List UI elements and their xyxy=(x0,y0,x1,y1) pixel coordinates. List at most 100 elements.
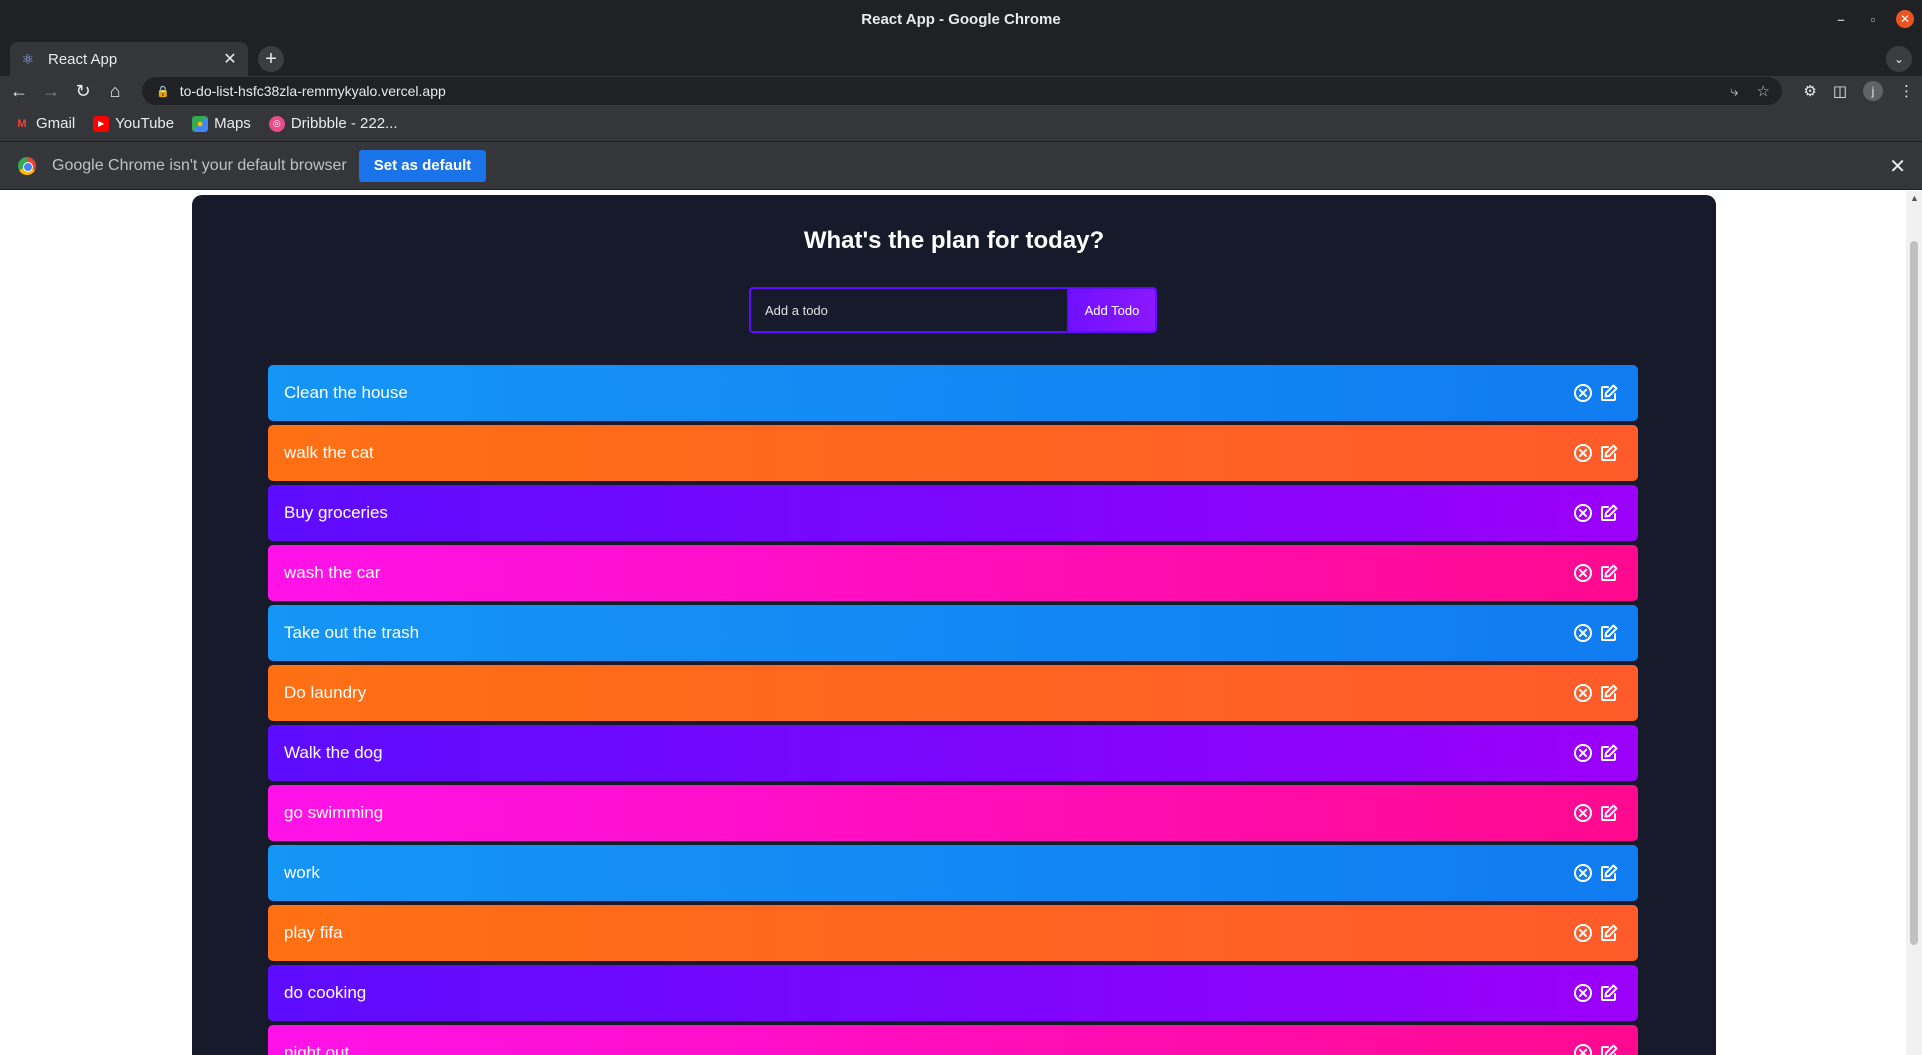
back-icon[interactable]: ← xyxy=(6,78,32,104)
share-icon[interactable]: ⤷ xyxy=(1730,83,1738,100)
tab-search-button[interactable]: ⌄ xyxy=(1886,46,1912,72)
todo-actions xyxy=(1572,502,1620,524)
url-text[interactable]: to-do-list-hsfc38zla-remmykyalo.vercel.a… xyxy=(180,83,446,99)
todo-text[interactable]: wash the car xyxy=(284,563,380,583)
close-window-button[interactable]: ✕ xyxy=(1896,10,1914,28)
edit-icon[interactable] xyxy=(1598,442,1620,464)
chrome-logo-icon xyxy=(18,156,36,175)
forward-icon[interactable]: → xyxy=(38,78,64,104)
window-title: React App - Google Chrome xyxy=(861,10,1061,28)
todo-text[interactable]: night out xyxy=(284,1043,349,1055)
delete-icon[interactable] xyxy=(1572,862,1594,884)
tab-react-app[interactable]: ⚛ React App ✕ xyxy=(10,42,248,76)
react-icon: ⚛ xyxy=(21,51,35,67)
todo-text[interactable]: Walk the dog xyxy=(284,743,383,763)
todo-item[interactable]: Do laundry xyxy=(268,665,1638,721)
delete-icon[interactable] xyxy=(1572,1042,1594,1055)
todo-actions xyxy=(1572,682,1620,704)
bookmark-label: Gmail xyxy=(36,115,76,132)
todo-item[interactable]: Clean the house xyxy=(268,365,1638,421)
edit-icon[interactable] xyxy=(1598,742,1620,764)
delete-icon[interactable] xyxy=(1572,742,1594,764)
new-tab-button[interactable]: + xyxy=(258,46,284,72)
todo-text[interactable]: play fifa xyxy=(284,923,343,943)
edit-icon[interactable] xyxy=(1598,922,1620,944)
todo-text[interactable]: work xyxy=(284,863,320,883)
scroll-up-icon[interactable]: ▲ xyxy=(1910,193,1919,203)
edit-icon[interactable] xyxy=(1598,982,1620,1004)
todo-form: Add Todo xyxy=(749,287,1157,333)
set-as-default-button[interactable]: Set as default xyxy=(358,149,487,182)
extensions-icon[interactable]: ⚙ xyxy=(1803,82,1816,100)
todo-actions xyxy=(1572,562,1620,584)
edit-icon[interactable] xyxy=(1598,1042,1620,1055)
edit-icon[interactable] xyxy=(1598,382,1620,404)
edit-icon[interactable] xyxy=(1598,622,1620,644)
minimize-button[interactable]: – xyxy=(1832,10,1850,28)
bookmark-gmail[interactable]: M Gmail xyxy=(14,115,75,132)
menu-icon[interactable]: ⋮ xyxy=(1899,82,1914,100)
todo-text[interactable]: do cooking xyxy=(284,983,366,1003)
todo-text[interactable]: walk the cat xyxy=(284,443,374,463)
maximize-button[interactable]: ▫ xyxy=(1864,10,1882,28)
todo-item[interactable]: wash the car xyxy=(268,545,1638,601)
todo-item[interactable]: Take out the trash xyxy=(268,605,1638,661)
home-icon[interactable]: ⌂ xyxy=(102,78,128,104)
bookmark-star-icon[interactable]: ☆ xyxy=(1757,82,1770,100)
bookmarks-bar: M Gmail ▶ YouTube ● Maps ◎ Dribbble - 22… xyxy=(0,106,1922,142)
edit-icon[interactable] xyxy=(1598,502,1620,524)
todo-item[interactable]: walk the cat xyxy=(268,425,1638,481)
maps-icon: ● xyxy=(192,115,209,132)
add-todo-button[interactable]: Add Todo xyxy=(1067,287,1157,333)
lock-icon[interactable]: 🔒 xyxy=(156,85,170,98)
todo-actions xyxy=(1572,382,1620,404)
todo-item[interactable]: play fifa xyxy=(268,905,1638,961)
delete-icon[interactable] xyxy=(1572,502,1594,524)
default-browser-infobar: Google Chrome isn't your default browser… xyxy=(0,142,1922,190)
infobar-close-icon[interactable]: ✕ xyxy=(1889,154,1906,179)
delete-icon[interactable] xyxy=(1572,682,1594,704)
page-viewport: What's the plan for today? Add Todo Clea… xyxy=(0,191,1906,1055)
delete-icon[interactable] xyxy=(1572,382,1594,404)
delete-icon[interactable] xyxy=(1572,442,1594,464)
edit-icon[interactable] xyxy=(1598,562,1620,584)
infobar-message: Google Chrome isn't your default browser xyxy=(52,156,347,174)
gmail-icon: M xyxy=(17,117,27,130)
todo-text[interactable]: go swimming xyxy=(284,803,383,823)
todo-text[interactable]: Buy groceries xyxy=(284,503,388,523)
side-panel-icon[interactable]: ◫ xyxy=(1833,82,1847,100)
todo-input[interactable] xyxy=(749,287,1067,333)
profile-avatar[interactable]: j xyxy=(1863,81,1883,101)
tab-strip: ⚛ React App ✕ + ⌄ xyxy=(0,38,1922,76)
bookmark-youtube[interactable]: ▶ YouTube xyxy=(93,115,174,132)
todo-text[interactable]: Do laundry xyxy=(284,683,366,703)
edit-icon[interactable] xyxy=(1598,682,1620,704)
address-bar[interactable]: 🔒 to-do-list-hsfc38zla-remmykyalo.vercel… xyxy=(142,77,1782,105)
delete-icon[interactable] xyxy=(1572,922,1594,944)
delete-icon[interactable] xyxy=(1572,802,1594,824)
bookmark-dribbble[interactable]: ◎ Dribbble - 222... xyxy=(268,115,398,132)
edit-icon[interactable] xyxy=(1598,802,1620,824)
todo-text[interactable]: Clean the house xyxy=(284,383,408,403)
todo-text[interactable]: Take out the trash xyxy=(284,623,419,643)
delete-icon[interactable] xyxy=(1572,982,1594,1004)
todo-actions xyxy=(1572,802,1620,824)
window-controls: – ▫ ✕ xyxy=(1832,0,1914,38)
tab-close-icon[interactable]: ✕ xyxy=(222,49,238,69)
todo-item[interactable]: Walk the dog xyxy=(268,725,1638,781)
todo-item[interactable]: night out xyxy=(268,1025,1638,1055)
page-scrollbar[interactable]: ▲ xyxy=(1906,191,1922,1055)
todo-item[interactable]: do cooking xyxy=(268,965,1638,1021)
todo-item[interactable]: go swimming xyxy=(268,785,1638,841)
delete-icon[interactable] xyxy=(1572,622,1594,644)
todo-item[interactable]: work xyxy=(268,845,1638,901)
edit-icon[interactable] xyxy=(1598,862,1620,884)
todo-item[interactable]: Buy groceries xyxy=(268,485,1638,541)
todo-actions xyxy=(1572,982,1620,1004)
todo-actions xyxy=(1572,1042,1620,1055)
scrollbar-thumb[interactable] xyxy=(1910,241,1918,945)
reload-icon[interactable]: ↻ xyxy=(70,78,96,104)
delete-icon[interactable] xyxy=(1572,562,1594,584)
bookmark-maps[interactable]: ● Maps xyxy=(192,115,251,132)
page-title: What's the plan for today? xyxy=(803,227,1105,254)
